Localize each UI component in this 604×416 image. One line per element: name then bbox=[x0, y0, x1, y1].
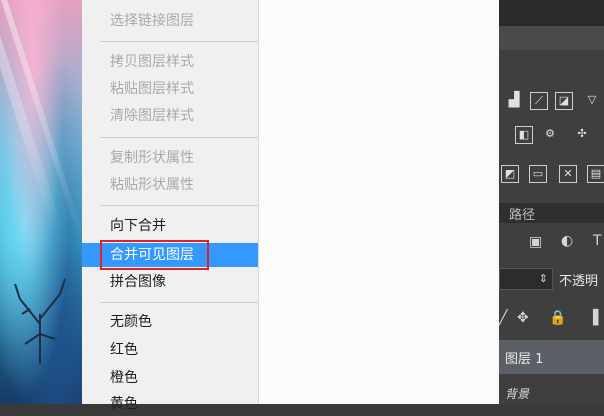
exposure-icon[interactable]: ◪ bbox=[555, 92, 573, 110]
menu-item-select-linked-layers[interactable]: 选择链接图层 bbox=[82, 9, 258, 33]
levels-icon[interactable]: ▟ bbox=[505, 92, 523, 110]
light-ray bbox=[0, 0, 64, 236]
menu-item-orange[interactable]: 橙色 bbox=[82, 366, 258, 390]
menu-separator bbox=[100, 137, 258, 138]
menu-separator bbox=[100, 302, 258, 303]
layer-name: 图层 1 bbox=[505, 352, 544, 367]
opacity-label: 不透明 bbox=[559, 274, 599, 289]
menu-item-copy-shape-attributes[interactable]: 复制形状属性 bbox=[82, 146, 258, 170]
menu-separator bbox=[100, 205, 258, 206]
gradient-map-icon[interactable]: ▤ bbox=[587, 165, 604, 183]
annotation-highlight-box bbox=[100, 240, 209, 270]
layer-name-background[interactable]: 背景 bbox=[505, 385, 529, 402]
lock-icon[interactable]: 🔒 bbox=[549, 310, 566, 326]
menu-separator bbox=[100, 41, 258, 42]
menu-item-red[interactable]: 红色 bbox=[82, 338, 258, 362]
brush-icon[interactable]: ╱ bbox=[499, 310, 507, 326]
curves-icon[interactable]: ⟋ bbox=[530, 92, 548, 110]
move-icon[interactable]: ✥ bbox=[517, 310, 529, 326]
tree-silhouette bbox=[14, 278, 66, 364]
circle-icon[interactable]: ◐ bbox=[561, 233, 573, 249]
tab-paths[interactable]: 路径 bbox=[509, 204, 535, 223]
background-artwork bbox=[0, 0, 82, 404]
photo-filter-icon[interactable]: ▭ bbox=[529, 165, 547, 183]
triangle-icon[interactable]: ▽ bbox=[583, 92, 601, 110]
layer-row-layer1[interactable]: 图层 1 bbox=[499, 340, 604, 374]
channel-mixer-icon[interactable]: ⚙ bbox=[541, 126, 559, 144]
menu-item-merge-down[interactable]: 向下合并 bbox=[82, 214, 258, 238]
text-icon[interactable]: T bbox=[593, 233, 602, 249]
blend-mode-dropdown[interactable]: ⇕ bbox=[499, 268, 553, 290]
menu-item-paste-layer-style[interactable]: 粘贴图层样式 bbox=[82, 77, 258, 101]
menu-item-no-color[interactable]: 无颜色 bbox=[82, 310, 258, 334]
threshold-icon[interactable]: ✕ bbox=[559, 165, 577, 183]
image-icon[interactable]: ▣ bbox=[529, 234, 542, 250]
adjustments-layers-panel: ▟ ⟋ ◪ ▽ ◧ ⚙ ✣ ◩ ▭ ✕ ▤ 路径 ▣ ◐ T ⇕ 不透明 ╱ ✥… bbox=[499, 0, 604, 404]
blank-canvas-area bbox=[259, 0, 499, 404]
menu-item-clear-layer-style[interactable]: 清除图层样式 bbox=[82, 104, 258, 128]
gradient-icon[interactable]: ◩ bbox=[501, 165, 519, 183]
square-icon[interactable]: ◧ bbox=[515, 126, 533, 144]
panel-top-bar bbox=[499, 0, 604, 26]
menu-item-copy-layer-style[interactable]: 拷贝图层样式 bbox=[82, 50, 258, 74]
panel-header-band bbox=[499, 26, 604, 50]
fill-icon: ▌ bbox=[593, 310, 604, 326]
menu-item-yellow[interactable]: 黄色 bbox=[82, 392, 258, 416]
menu-item-paste-shape-attributes[interactable]: 粘贴形状属性 bbox=[82, 173, 258, 197]
menu-item-flatten-image[interactable]: 拼合图像 bbox=[82, 270, 258, 294]
light-ray bbox=[0, 0, 82, 245]
layer-context-menu: 选择链接图层 拷贝图层样式 粘贴图层样式 清除图层样式 复制形状属性 粘贴形状属… bbox=[82, 0, 259, 412]
color-balance-icon[interactable]: ✣ bbox=[573, 126, 591, 144]
